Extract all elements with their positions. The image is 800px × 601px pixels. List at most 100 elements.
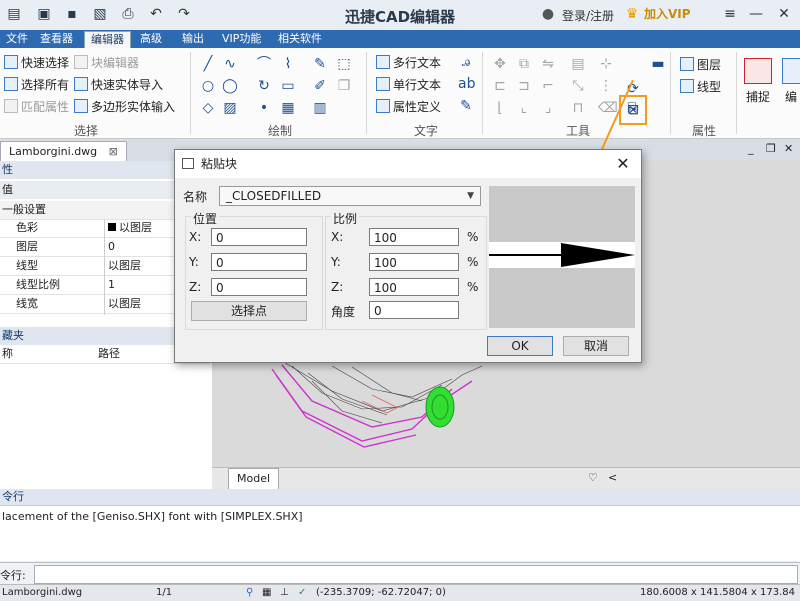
extend-icon[interactable]: ⌐ bbox=[540, 78, 556, 94]
text-group-label: 文字 bbox=[414, 124, 439, 138]
command-input-bar: 令行: bbox=[0, 562, 800, 585]
polar-toggle-icon[interactable]: ✓ bbox=[298, 585, 306, 601]
scale-x-field[interactable]: 100 bbox=[369, 228, 459, 246]
circle-icon[interactable]: ○ bbox=[200, 78, 216, 94]
tab-scroll-icon[interactable]: ♡ bbox=[588, 471, 598, 484]
snap-toggle-icon[interactable]: ⚲ bbox=[246, 585, 253, 601]
status-page: 1/1 bbox=[156, 587, 173, 598]
close-tab-icon[interactable]: ⊠ bbox=[109, 145, 118, 158]
command-input[interactable] bbox=[34, 565, 798, 584]
spline-icon[interactable]: ⌇ bbox=[280, 56, 296, 72]
clone-icon[interactable]: ❐ bbox=[336, 78, 352, 94]
ribbon-separator bbox=[190, 52, 191, 134]
fillet-icon[interactable]: ⌞ bbox=[516, 100, 532, 116]
attr-def-button[interactable]: 属性定义 bbox=[376, 98, 441, 115]
pos-x-field[interactable]: 0 bbox=[211, 228, 307, 246]
trim-icon[interactable]: ⊐ bbox=[516, 78, 532, 94]
tab-vip[interactable]: VIP功能 bbox=[216, 31, 267, 47]
text-edit-icon[interactable]: ✎ bbox=[458, 98, 474, 114]
wblock-icon[interactable]: ▬ bbox=[650, 56, 666, 72]
pick-point-button[interactable]: 选择点 bbox=[191, 301, 307, 321]
mtext-button[interactable]: 多行文本 bbox=[376, 54, 441, 71]
match-props-button[interactable]: 匹配属性 bbox=[4, 98, 69, 115]
scale-icon[interactable]: ⤡ bbox=[570, 78, 586, 94]
cancel-button[interactable]: 取消 bbox=[563, 336, 629, 356]
linetype-button[interactable]: 线型 bbox=[680, 78, 721, 95]
copy-icon[interactable]: ⧉ bbox=[516, 56, 532, 72]
region-icon[interactable]: ⬚ bbox=[336, 56, 352, 72]
arc-icon[interactable]: ⌒ bbox=[256, 56, 272, 72]
minimize-doc-icon[interactable]: _ bbox=[748, 142, 754, 155]
offset-icon[interactable]: ⊏ bbox=[492, 78, 508, 94]
restore-doc-icon[interactable]: ❐ bbox=[766, 142, 776, 155]
move-icon[interactable]: ✥ bbox=[492, 56, 508, 72]
explode-icon[interactable]: ⊹ bbox=[598, 56, 614, 72]
scale-y-field[interactable]: 100 bbox=[369, 253, 459, 271]
block-editor-button[interactable]: 块编辑器 bbox=[74, 54, 139, 71]
line-icon[interactable]: ╱ bbox=[200, 56, 216, 72]
crown-icon: ♛ bbox=[625, 6, 639, 22]
quick-select-icon bbox=[4, 55, 18, 69]
scale-z-field[interactable]: 100 bbox=[369, 278, 459, 296]
rotate-icon[interactable]: ↻ bbox=[256, 78, 272, 94]
pos-z-field[interactable]: 0 bbox=[211, 278, 307, 296]
polygon-entity-icon bbox=[74, 99, 88, 113]
tab-advanced[interactable]: 高级 bbox=[134, 31, 168, 47]
ribbon: 快速选择 选择所有 匹配属性 块编辑器 快速实体导入 多边形实体输入 选择 ╱ … bbox=[0, 48, 800, 139]
table-icon[interactable]: ▥ bbox=[312, 100, 328, 116]
grid-toggle-icon[interactable]: ▦ bbox=[262, 585, 271, 601]
ribbon-separator bbox=[670, 52, 671, 134]
ellipse-icon[interactable]: ◯ bbox=[222, 78, 238, 94]
dialog-close-button[interactable]: ✕ bbox=[613, 154, 633, 174]
hatch-icon[interactable]: ▨ bbox=[222, 100, 238, 116]
rectangle-icon[interactable]: ▭ bbox=[280, 78, 296, 94]
angle-field[interactable]: 0 bbox=[369, 301, 459, 319]
polyline-icon[interactable]: ∿ bbox=[222, 56, 238, 72]
document-tab[interactable]: Lamborgini.dwg ⊠ bbox=[0, 141, 127, 162]
title-bar: ▤ ▣ ▪ ▧ ⎙ ↶ ↷ 迅捷CAD编辑器 ● 登录/注册 ♛ 加入VIP ≡… bbox=[0, 0, 800, 31]
select-group-label: 选择 bbox=[74, 124, 99, 138]
scroll-left-icon[interactable]: < bbox=[608, 471, 617, 484]
quick-entity-import-button[interactable]: 快速实体导入 bbox=[74, 76, 163, 93]
block-preview bbox=[489, 186, 635, 328]
diamond-icon[interactable]: ◇ bbox=[200, 100, 216, 116]
login-link[interactable]: 登录/注册 bbox=[562, 7, 614, 24]
minimize-button[interactable]: — bbox=[746, 4, 766, 24]
join-icon[interactable]: ⊓ bbox=[570, 100, 586, 116]
magnet-icon bbox=[744, 58, 772, 84]
point-icon[interactable]: • bbox=[256, 100, 272, 116]
model-tab[interactable]: Model bbox=[228, 468, 280, 490]
brush-icon[interactable]: ✐ bbox=[312, 78, 328, 94]
tab-file[interactable]: 文件 bbox=[0, 31, 34, 47]
tab-viewer[interactable]: 查看器 bbox=[34, 31, 79, 47]
select-all-button[interactable]: 选择所有 bbox=[4, 76, 69, 93]
close-window-button[interactable]: ✕ bbox=[774, 4, 794, 24]
block-name-select[interactable]: _CLOSEDFILLED ▼ bbox=[219, 186, 481, 206]
pos-y-label: Y: bbox=[189, 255, 199, 269]
spell-check-icon[interactable]: ab bbox=[458, 76, 475, 92]
edit-button[interactable]: 编 bbox=[782, 58, 800, 105]
text-style-icon[interactable]: ꭿ bbox=[458, 54, 474, 70]
single-text-button[interactable]: 单行文本 bbox=[376, 76, 441, 93]
close-doc-icon[interactable]: ✕ bbox=[784, 142, 793, 155]
ortho-toggle-icon[interactable]: ⊥ bbox=[280, 585, 289, 601]
polygon-entity-input-button[interactable]: 多边形实体输入 bbox=[74, 98, 175, 115]
tab-output[interactable]: 输出 bbox=[176, 31, 210, 47]
entity-import-icon bbox=[74, 77, 88, 91]
user-icon: ● bbox=[541, 6, 555, 22]
ok-button[interactable]: OK bbox=[487, 336, 553, 356]
menu-icon[interactable]: ≡ bbox=[720, 4, 740, 24]
stretch-icon[interactable]: ▤ bbox=[570, 56, 586, 72]
pen-icon[interactable]: ✎ bbox=[312, 56, 328, 72]
image-icon[interactable]: ▦ bbox=[280, 100, 296, 116]
quick-select-button[interactable]: 快速选择 bbox=[4, 54, 69, 71]
vip-button[interactable]: 加入VIP bbox=[644, 5, 691, 22]
tab-editor[interactable]: 编辑器 bbox=[84, 31, 131, 48]
mirror-icon[interactable]: ⇋ bbox=[540, 56, 556, 72]
snap-button[interactable]: 捕捉 bbox=[742, 58, 774, 105]
break-icon[interactable]: ⌟ bbox=[540, 100, 556, 116]
layer-button[interactable]: 图层 bbox=[680, 56, 721, 73]
pos-y-field[interactable]: 0 bbox=[211, 253, 307, 271]
tab-related[interactable]: 相关软件 bbox=[272, 31, 328, 47]
chamfer-icon[interactable]: ⌊ bbox=[492, 100, 508, 116]
